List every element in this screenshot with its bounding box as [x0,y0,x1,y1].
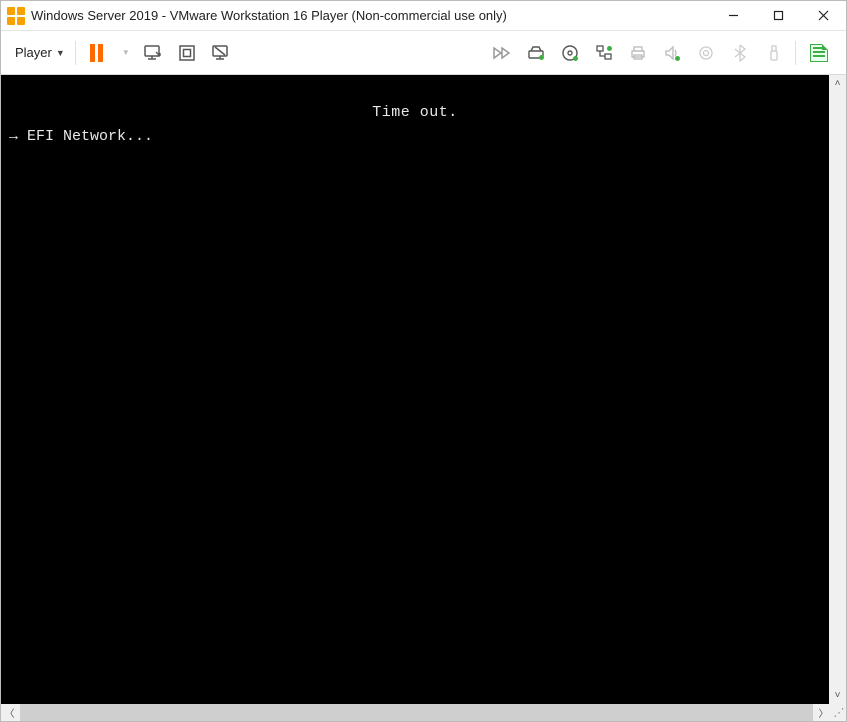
console-line-timeout: Time out. [9,103,821,123]
printer-device-button[interactable] [623,38,653,68]
window-controls [711,1,846,30]
unity-icon [211,43,231,63]
camera-device-button[interactable] [691,38,721,68]
toolbar: Player ▼ ▼ [1,31,846,75]
horizontal-scrollbar[interactable]: 〈 〉 ⋰ [1,704,846,721]
drive-device-button[interactable] [521,38,551,68]
maximize-button[interactable] [756,1,801,30]
minimize-button[interactable] [711,1,756,30]
scroll-thumb[interactable] [20,704,813,721]
toolbar-separator [75,41,76,65]
player-menu-label: Player [15,45,52,60]
printer-icon [629,44,647,62]
notes-icon [810,44,828,62]
pause-icon [90,44,103,62]
speaker-icon [663,44,681,62]
vmware-player-window: Windows Server 2019 - VMware Workstation… [0,0,847,722]
chevron-up-icon: ˄ [835,78,841,89]
chevron-left-icon: 〈 [5,705,15,720]
cdrom-device-button[interactable] [555,38,585,68]
vertical-scrollbar[interactable]: ˄ ˅ [829,75,846,704]
chevron-down-icon: ˅ [835,690,841,701]
window-title: Windows Server 2019 - VMware Workstation… [31,8,711,23]
fullscreen-button[interactable] [172,38,202,68]
usb-icon [767,44,781,62]
toolbar-separator [795,41,796,65]
fast-forward-icon [487,38,517,68]
send-ctrl-alt-del-button[interactable] [138,38,168,68]
bluetooth-device-button[interactable] [725,38,755,68]
target-icon [697,44,715,62]
network-icon [595,44,613,62]
scroll-up-button[interactable]: ˄ [829,75,846,92]
notes-button[interactable] [802,38,836,68]
scroll-track[interactable] [829,92,846,687]
resize-grip-icon[interactable]: ⋰ [832,706,846,719]
drive-icon [527,45,545,61]
power-menu-dropdown[interactable]: ▼ [116,38,134,68]
vm-console[interactable]: Time out. → EFI Network... [1,75,829,704]
vmware-app-icon [7,7,25,25]
scroll-right-button[interactable]: 〉 [815,704,832,721]
console-text: Time out. → EFI Network... [1,75,829,154]
dropdown-arrow-icon: ▼ [56,48,65,58]
unity-mode-button[interactable] [206,38,236,68]
player-menu[interactable]: Player ▼ [9,41,71,64]
content-area: Time out. → EFI Network... ˄ ˅ 〈 〉 ⋰ [1,75,846,721]
fullscreen-icon [178,44,196,62]
console-line-efi: → EFI Network... [9,127,821,147]
close-button[interactable] [801,1,846,30]
monitor-send-icon [143,43,163,63]
network-device-button[interactable] [589,38,619,68]
sound-device-button[interactable] [657,38,687,68]
scroll-left-button[interactable]: 〈 [1,704,18,721]
bluetooth-icon [733,44,747,62]
titlebar: Windows Server 2019 - VMware Workstation… [1,1,846,31]
disc-icon [561,44,579,62]
dropdown-arrow-icon: ▼ [122,48,130,57]
chevron-right-icon: 〉 [819,705,829,720]
usb-device-button[interactable] [759,38,789,68]
pause-button[interactable] [82,38,112,68]
scroll-down-button[interactable]: ˅ [829,687,846,704]
